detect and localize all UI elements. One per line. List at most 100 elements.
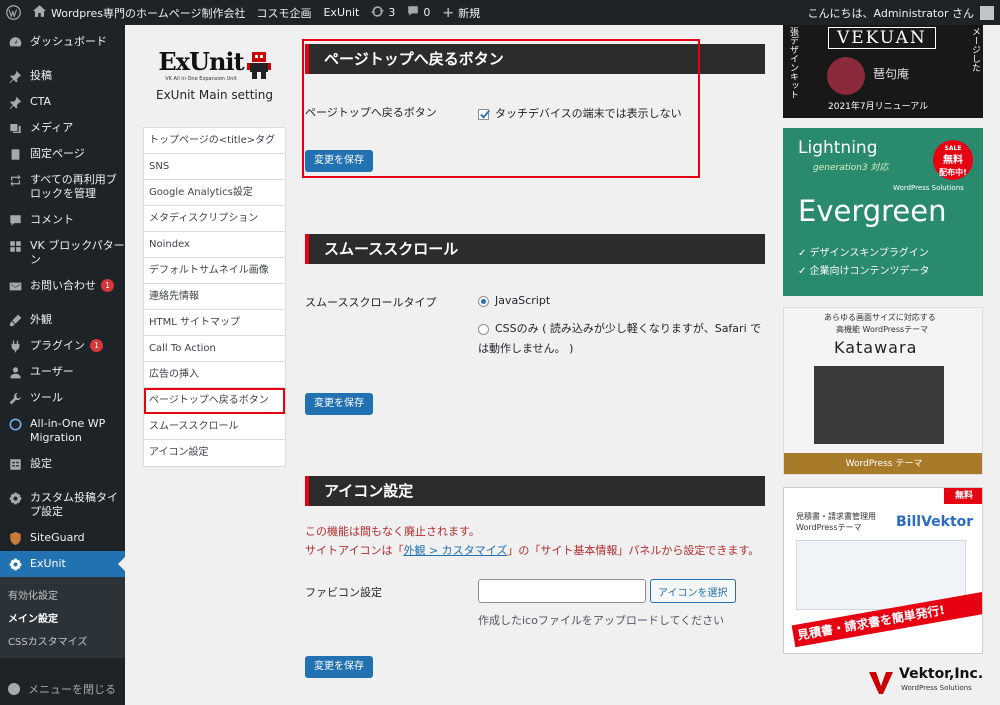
updates-count: 3 [388,6,396,19]
smooth-save-button[interactable]: 変更を保存 [305,393,373,415]
robot-icon [246,51,271,79]
home-icon [33,5,46,20]
vekuan-left: 張デザインキット [788,27,798,99]
sidebar-item-settings[interactable]: 設定 [0,451,125,477]
smooth-option-css[interactable]: CSSのみ ( 読み込みが少し軽くなりますが、Safari では動作しません。 … [478,319,761,359]
nav-google-analytics[interactable]: Google Analytics設定 [144,180,285,206]
ad-katawara[interactable]: あらゆる画面サイズに対応する 高機能 WordPressテーマ Katawara… [783,307,983,475]
comments-count: 0 [423,6,431,19]
ad-evergreen[interactable]: Lightning generation3 対応 SALE 無料 配布中! Word… [783,128,983,296]
greeting: こんにちは、Administrator さん [807,6,974,20]
deprecation-notice: この機能は間もなく廃止されます。 [305,525,480,538]
ad-vekuan[interactable]: VEKUAN 張デザインキット メージした 琶句庵 2021年7月リニューアル [783,25,983,118]
favicon-label: ファビコン設定 [305,586,382,599]
smooth-option-js[interactable]: JavaScript [478,294,550,307]
gear-icon [8,491,22,505]
sidebar-item-migration[interactable]: All-in-One WP Migration [0,411,125,451]
bill-line1: 見積書・請求書管理用 [796,512,876,521]
plus-icon: + [442,4,455,21]
contact-badge: 1 [101,279,114,292]
wp-logo-icon[interactable] [0,0,27,25]
sidebar-item-exunit[interactable]: ExUnit [0,551,125,577]
sidebar-item-dashboard[interactable]: ダッシュボード [0,29,125,55]
admin-bar: Wordpres専門のホームページ制作会社 コスモ企画 ExUnit 3 0 +… [0,0,1000,25]
sidebar-item-posts[interactable]: 投稿 [0,63,125,89]
sidebar-item-vk-block-patterns[interactable]: VK ブロックパターン [0,233,125,273]
sidebar-item-pages[interactable]: 固定ページ [0,141,125,167]
sidebar-item-tools[interactable]: ツール [0,385,125,411]
radio-css[interactable] [478,323,489,335]
sidebar-item-plugins[interactable]: プラグイン 1 [0,333,125,359]
sidebar-item-contact[interactable]: お問い合わせ 1 [0,273,125,299]
sidebar-item-reusable-blocks[interactable]: すべての再利用ブロックを管理 [0,167,125,207]
radio-javascript[interactable] [478,295,489,307]
sidebar-item-siteguard[interactable]: SiteGuard [0,525,125,551]
favicon-input[interactable] [478,579,646,603]
my-account[interactable]: こんにちは、Administrator さん [802,0,1000,25]
submenu-css-customize[interactable]: CSSカスタマイズ [0,629,125,652]
select-icon-button[interactable]: アイコンを選択 [650,579,736,603]
exunit-logo: ExUnit VK All in One Expansion Unit ExUni… [143,40,286,120]
nav-contact-info[interactable]: 連絡先情報 [144,284,285,310]
sidebar-item-media[interactable]: メディア [0,115,125,141]
katawara-line2: 高機能 WordPressテーマ [836,325,929,334]
nav-sns[interactable]: SNS [144,154,285,180]
ad-billvektor[interactable]: 無料 見積書・請求書管理用 WordPressテーマ BillVektor 見積… [783,487,983,654]
nav-default-thumbnail[interactable]: デフォルトサムネイル画像 [144,258,285,284]
gear-icon [8,557,22,571]
new-content-link[interactable]: + 新規 [436,0,486,25]
nav-noindex[interactable]: Noindex [144,232,285,258]
collapse-icon [8,683,20,695]
comment-icon [8,213,22,227]
nav-meta-description[interactable]: メタディスクリプション [144,206,285,232]
updates-icon [371,5,385,21]
icon-save-button[interactable]: 変更を保存 [305,656,373,678]
nav-page-top[interactable]: ページトップへ戻るボタン [144,388,285,414]
vekuan-right: メージした [970,27,980,72]
reuse-icon [8,173,22,187]
submenu-main-setting[interactable]: メイン設定 [0,606,125,629]
comment-icon [407,5,419,20]
submenu-activation[interactable]: 有効化設定 [0,583,125,606]
exunit-link[interactable]: ExUnit [317,0,365,25]
dashboard-icon [8,35,22,49]
vekuan-kanji: 琶句庵 [873,67,910,81]
updates-link[interactable]: 3 [365,0,401,25]
exunit-settings-nav: ExUnit VK All in One Expansion Unit ExUni… [143,40,286,467]
main-setting-title: ExUnit Main setting [156,88,273,102]
evergreen-bullet-2: ✓ 企業向けコンテンツデータ [798,266,930,277]
site-name-link[interactable]: Wordpres専門のホームページ制作会社 コスモ企画 [27,0,317,25]
pin-icon [8,95,22,109]
collapse-menu-button[interactable]: メニューを閉じる [0,681,116,697]
katawara-line1: あらゆる画面サイズに対応する [824,313,936,322]
evergreen-text: Evergreen [798,194,947,228]
sale-badge: SALE 無料 配布中! [933,140,973,180]
sidebar-item-custom-post-type[interactable]: カスタム投稿タイプ設定 [0,485,125,525]
settings-nav-list: トップページの<title>タグ SNS Google Analytics設定 … [143,127,286,467]
sidebar-item-appearance[interactable]: 外観 [0,307,125,333]
sidebar-item-users[interactable]: ユーザー [0,359,125,385]
device-mockup-image [814,366,944,444]
new-label: 新規 [458,6,481,20]
wrench-icon [8,391,22,405]
sidebar-item-comments[interactable]: コメント [0,207,125,233]
nav-title-tag[interactable]: トップページの<title>タグ [144,128,285,154]
nav-icon-settings[interactable]: アイコン設定 [144,440,285,466]
customize-link[interactable]: 外観 > カスタマイズ [403,544,507,557]
migration-icon [8,417,22,431]
nav-ad-insert[interactable]: 広告の挿入 [144,362,285,388]
nav-call-to-action[interactable]: Call To Action [144,336,285,362]
comments-link[interactable]: 0 [401,0,436,25]
vektor-logo[interactable]: Vektor,Inc. WordPress Solutions [783,664,983,702]
nav-smooth-scroll[interactable]: スムーススクロール [144,414,285,440]
mail-icon [8,279,22,293]
generation-text: generation3 対応 [813,163,889,173]
site-title: Wordpres専門のホームページ制作会社 コスモ企画 [51,6,312,20]
smooth-label: スムーススクロールタイプ [305,296,437,309]
sidebar-item-cta[interactable]: CTA [0,89,125,115]
nav-html-sitemap[interactable]: HTML サイトマップ [144,310,285,336]
bill-free-badge: 無料 [944,488,982,504]
plugins-badge: 1 [90,339,103,352]
page-icon [8,147,22,161]
highlight-box [302,39,700,178]
